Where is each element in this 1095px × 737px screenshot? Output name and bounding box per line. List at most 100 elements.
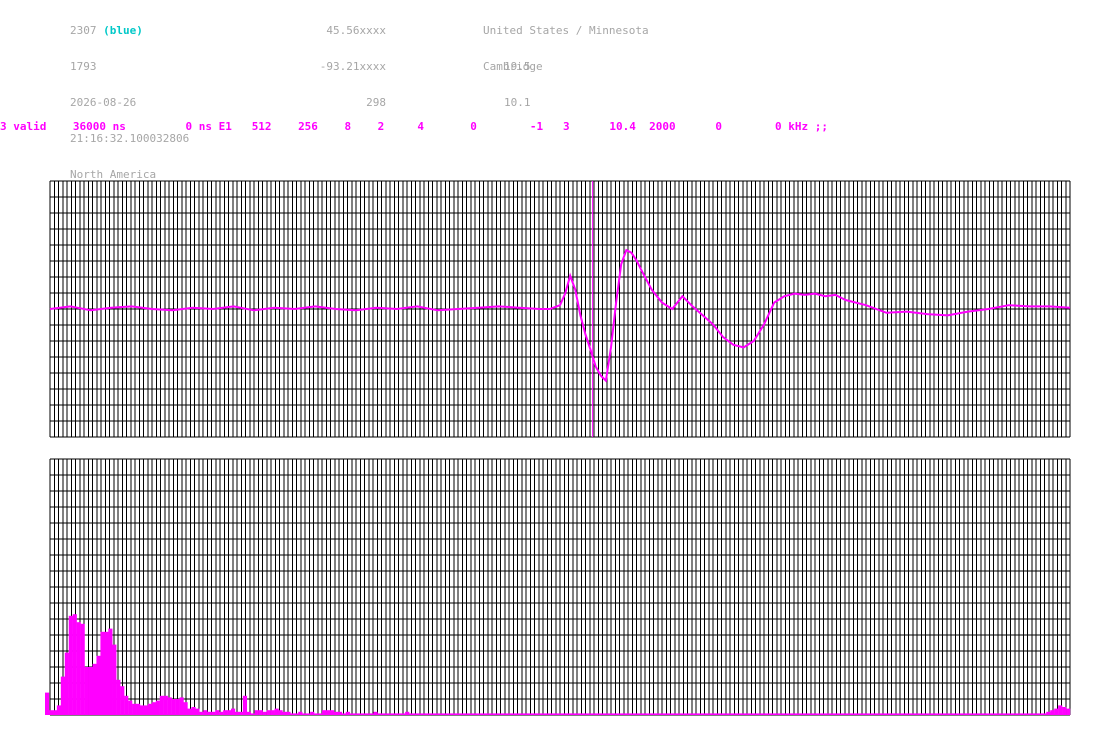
spectrum-bar: [638, 713, 643, 715]
spectrum-bar: [733, 713, 738, 715]
spectrum-bar: [84, 667, 89, 715]
spectrum-bar: [792, 713, 798, 715]
spectrum-bar: [986, 713, 992, 715]
spectrum-bar: [1034, 713, 1039, 715]
spectrum-bar: [884, 713, 889, 715]
spectrum-bar: [139, 705, 145, 715]
spectrum-bar: [848, 713, 853, 715]
spectrum-bar: [606, 713, 612, 715]
spectrum-bar: [80, 623, 85, 715]
spectrum-bar: [547, 713, 552, 715]
spectrum-bar: [432, 713, 437, 715]
spectrum-bar: [709, 713, 715, 715]
spectrum-bar: [45, 692, 50, 715]
spectrum-bar: [1066, 708, 1071, 715]
spectrum-bar: [417, 713, 422, 715]
spectrum-bar: [136, 703, 141, 715]
spectrum-bar: [971, 713, 976, 715]
spectrum-bar: [567, 713, 572, 715]
spectrum-bar: [729, 713, 734, 715]
spectrum-bar: [250, 713, 255, 715]
spectrum-bar: [828, 713, 833, 715]
spectrum-bar: [72, 614, 77, 715]
spectrum-bar: [721, 713, 726, 715]
spectrum-bar: [464, 713, 469, 715]
spectrum-bar: [1038, 713, 1043, 715]
spectrum-bar: [456, 713, 461, 715]
spectrum-bar: [361, 713, 366, 715]
spectrum-bar: [100, 631, 105, 715]
spectrum-bar: [555, 713, 560, 715]
spectrum-bar: [199, 711, 204, 715]
spectrum-bar: [753, 713, 758, 715]
spectrum-bar: [460, 713, 465, 715]
spectrum-bar: [147, 703, 153, 715]
spectrum-bar: [630, 713, 635, 715]
spectrum-bar: [840, 713, 845, 715]
spectrum-bar: [662, 713, 667, 715]
spectrum-bar: [1026, 713, 1031, 715]
spectrum-bar: [120, 686, 125, 715]
spectrum-bar: [951, 713, 956, 715]
spectrum-bar: [603, 713, 608, 715]
spectrum-bar: [56, 705, 62, 715]
spectrum-bar: [345, 711, 350, 715]
spectrum-bar: [444, 713, 449, 715]
spectrum-bar: [294, 713, 299, 715]
spectrum-bar: [203, 710, 208, 715]
spectrum-bar: [290, 713, 295, 715]
spectrum-bar: [302, 713, 307, 715]
spectrum-bar: [844, 713, 849, 715]
spectrum-bar: [409, 713, 414, 715]
spectrum-bar: [1002, 713, 1007, 715]
spectrum-bar: [816, 713, 821, 715]
spectrum-bar: [242, 695, 248, 715]
spectrum-bar: [935, 713, 940, 715]
spectrum-bar: [701, 713, 707, 715]
spectrum-bar: [310, 711, 315, 715]
spectrum-bar: [385, 713, 390, 715]
spectrum-bar: [737, 713, 742, 715]
spectrum-bar: [504, 713, 509, 715]
spectrum-bar: [211, 711, 216, 715]
spectrum-bar: [899, 713, 904, 715]
spectrum-bar: [717, 713, 722, 715]
spectrum-bar: [108, 628, 113, 715]
spectrum-bar: [725, 713, 730, 715]
spectrum-bar: [907, 713, 912, 715]
spectrum-bar: [128, 700, 133, 715]
spectrum-bar: [262, 711, 267, 715]
spectrum-bar: [92, 663, 97, 715]
spectrum-bar: [579, 713, 584, 715]
spectrum-bar: [132, 703, 137, 715]
spectrum-bar: [551, 713, 556, 715]
spectrum-bar: [322, 710, 327, 715]
spectrum-bar: [96, 655, 101, 715]
spectrum-bar: [452, 713, 457, 715]
spectrum-bar: [876, 713, 881, 715]
spectrum-bar: [599, 713, 604, 715]
spectrum-bar: [397, 713, 402, 715]
spectrum-bar: [761, 713, 766, 715]
spectrum-bar: [571, 713, 576, 715]
spectrum-bar: [215, 710, 220, 715]
spectrum-bar: [804, 713, 810, 715]
spectrum-bar: [955, 713, 960, 715]
spectrum-bar: [171, 699, 176, 715]
spectrum-bar: [832, 713, 837, 715]
spectrum-bar: [931, 713, 936, 715]
spectrum-bar: [967, 713, 972, 715]
spectrum-bar: [563, 713, 568, 715]
spectrum-bar: [365, 713, 370, 715]
spectrum-bar: [60, 676, 65, 715]
spectrum-bar: [749, 713, 754, 715]
spectrum-bar: [1006, 713, 1011, 715]
spectrum-bar: [713, 713, 718, 715]
spectrum-bar: [448, 713, 453, 715]
spectrum-bar: [488, 713, 493, 715]
spectrum-bar: [508, 713, 513, 715]
spectrum-bar: [982, 713, 988, 715]
spectrum-bar: [231, 708, 236, 715]
spectrum-bar: [610, 713, 616, 715]
spectrum-bar: [990, 713, 996, 715]
